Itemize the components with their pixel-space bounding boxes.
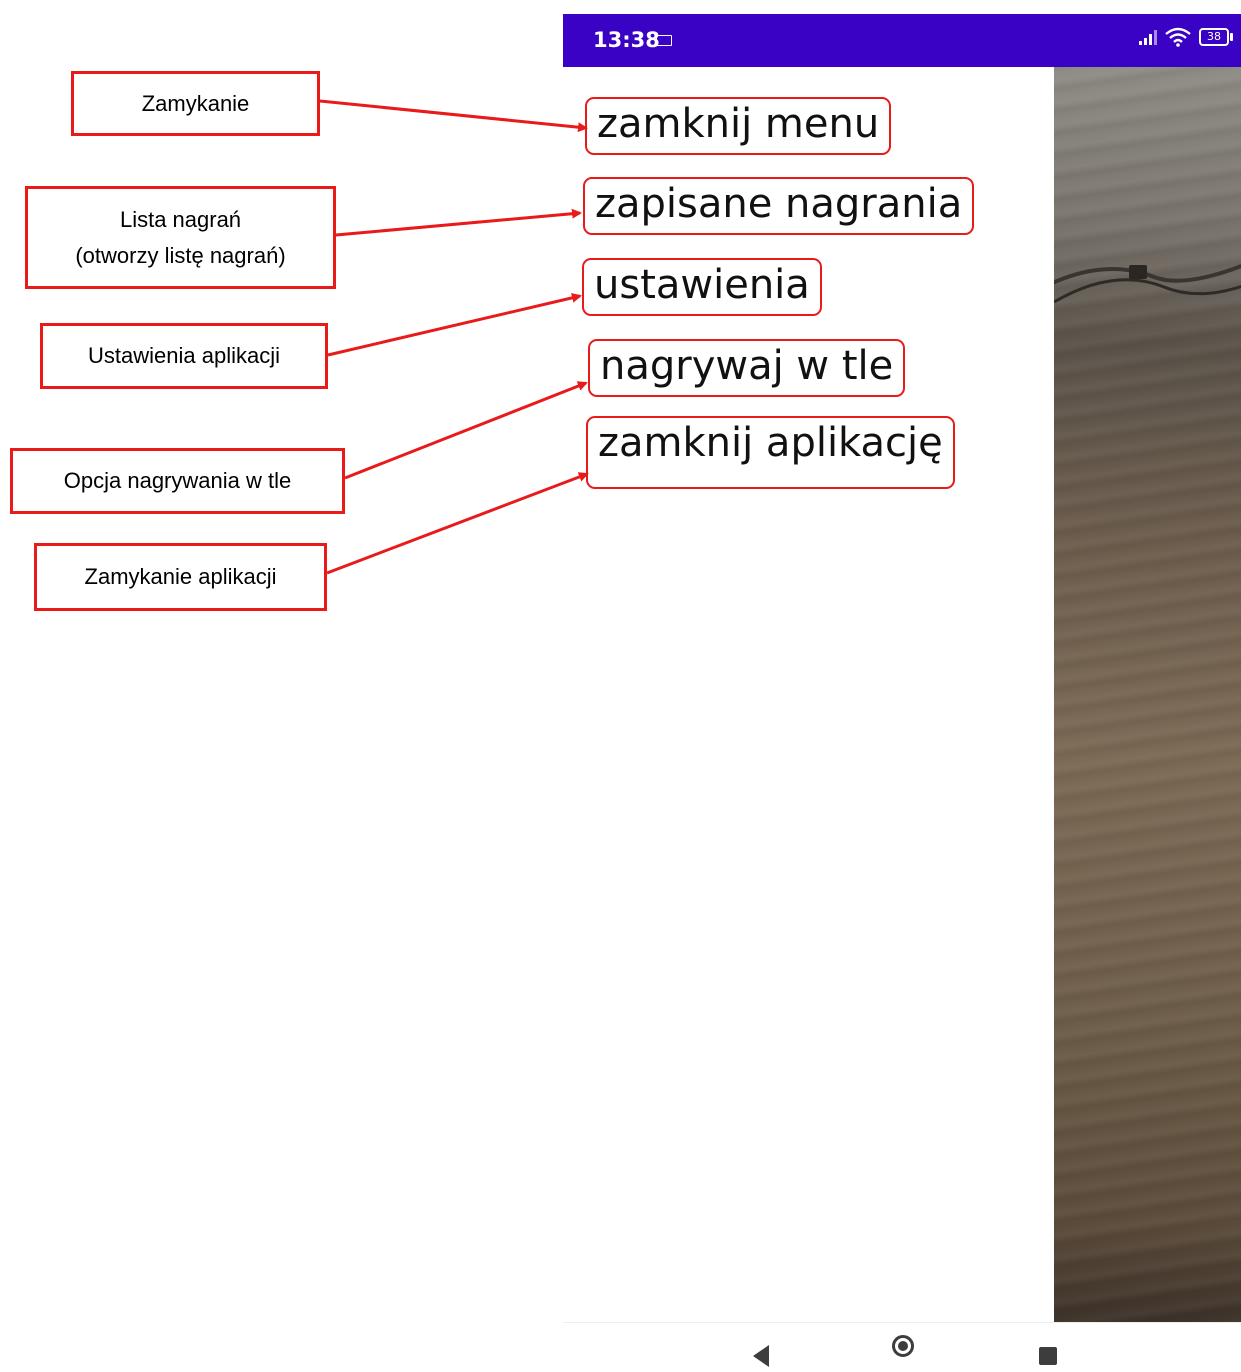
menu-item-record-background[interactable]: nagrywaj w tle bbox=[588, 339, 906, 397]
navigation-bar bbox=[563, 1322, 1241, 1372]
back-icon[interactable] bbox=[753, 1345, 769, 1367]
status-time: 13:38 bbox=[593, 28, 660, 52]
annotation-recordings: Lista nagrań (otworzy listę nagrań) bbox=[25, 186, 336, 289]
camera-preview bbox=[1054, 67, 1241, 1322]
wifi-icon bbox=[1165, 27, 1191, 47]
annotation-close-app: Zamykanie aplikacji bbox=[34, 543, 327, 611]
arrow-background bbox=[344, 381, 588, 480]
annotation-settings-text: Ustawienia aplikacji bbox=[88, 343, 280, 368]
annotation-settings: Ustawienia aplikacji bbox=[40, 323, 328, 389]
arrow-settings bbox=[327, 292, 582, 357]
arrow-close bbox=[319, 99, 588, 133]
menu-item-close-app[interactable]: zamknij aplikację bbox=[586, 416, 955, 489]
cable-shape bbox=[1054, 264, 1241, 304]
home-icon[interactable] bbox=[892, 1335, 914, 1357]
arrow-recordings bbox=[335, 208, 582, 237]
status-bar: 13:38 38 bbox=[563, 14, 1241, 67]
menu-item-close-menu[interactable]: zamknij menu bbox=[585, 97, 892, 155]
screen-cast-icon bbox=[656, 35, 672, 46]
signal-icon bbox=[1139, 29, 1157, 45]
annotation-background: Opcja nagrywania w tle bbox=[10, 448, 345, 514]
annotation-close: Zamykanie bbox=[71, 71, 320, 136]
annotation-recordings-line1: Lista nagrań bbox=[119, 206, 242, 232]
arrow-close-app bbox=[326, 472, 589, 575]
annotation-close-text: Zamykanie bbox=[141, 90, 250, 116]
annotation-background-text: Opcja nagrywania w tle bbox=[63, 468, 292, 493]
phone-screen: 13:38 38 zamknij menu zapisane nagrania … bbox=[563, 14, 1241, 1372]
annotation-close-app-text: Zamykanie aplikacji bbox=[84, 564, 277, 589]
recents-icon[interactable] bbox=[1039, 1347, 1057, 1365]
menu-item-saved-recordings[interactable]: zapisane nagrania bbox=[583, 177, 975, 235]
annotation-recordings-line2: (otworzy listę nagrań) bbox=[75, 242, 286, 268]
menu-item-settings[interactable]: ustawienia bbox=[582, 258, 822, 316]
status-icons: 38 bbox=[1139, 27, 1233, 47]
battery-icon: 38 bbox=[1199, 28, 1233, 46]
